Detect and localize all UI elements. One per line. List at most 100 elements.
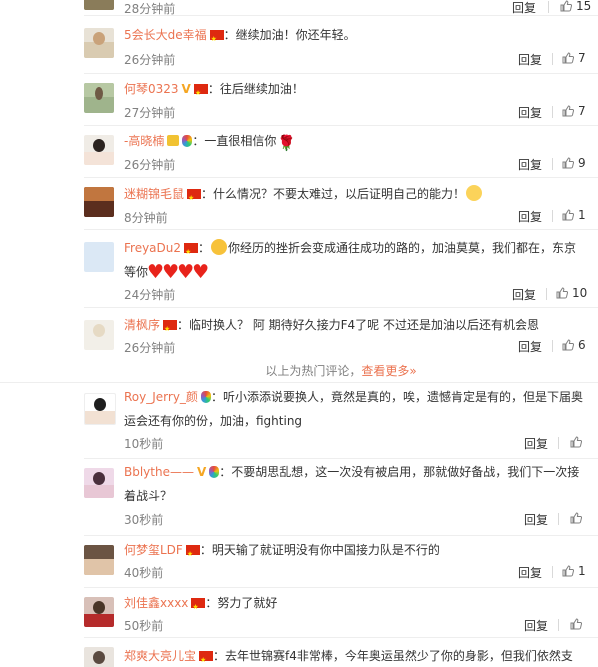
thumb-up-icon xyxy=(562,339,574,351)
avatar[interactable] xyxy=(84,0,114,10)
avatar[interactable] xyxy=(84,320,114,350)
like-count: 15 xyxy=(576,0,592,13)
comment-item: 清枫序 ：临时换人？ 阿 期待好久接力F4了呢 不过还是加油以后还有机会恩 26分… xyxy=(0,308,598,360)
comment-text: ：继续加油！你还年轻。 xyxy=(223,28,356,42)
comment-time: 8分钟前 xyxy=(124,211,168,225)
comment-text: ：往后继续加油！ xyxy=(207,82,304,96)
comment-text-cont: 等你 xyxy=(124,265,149,279)
china-flag-icon xyxy=(184,240,199,264)
like-button[interactable]: 7 xyxy=(562,104,586,118)
comment-text: 你经历的挫折会变成通往成功的路的，加油莫莫，我们都在，东京 xyxy=(228,241,577,255)
comment-item: Bblythe—— V ：不要胡思乱想，这一次没有被启用，那就做好备战，我们下一次接… xyxy=(0,458,598,536)
reply-button[interactable]: 回复 xyxy=(524,617,548,634)
hot-comments-footer: 以上为热门评论，查看更多» xyxy=(84,360,598,382)
china-flag-icon xyxy=(199,648,214,667)
comment-item: 何梦玺LDF ：明天输了就证明没有你中国接力队是不行的 40秒前 回复 1 xyxy=(0,536,598,588)
reply-button[interactable]: 回复 xyxy=(518,51,542,68)
like-button[interactable] xyxy=(570,511,586,525)
thumb-up-icon xyxy=(562,105,574,117)
avatar[interactable] xyxy=(84,242,114,272)
like-count: 7 xyxy=(578,104,586,118)
verified-v-icon: V xyxy=(181,82,191,96)
comment-time: 27分钟前 xyxy=(124,106,176,120)
reply-button[interactable]: 回复 xyxy=(518,338,542,355)
reply-button[interactable]: 回复 xyxy=(524,511,548,528)
avatar[interactable] xyxy=(84,597,114,627)
avatar[interactable] xyxy=(84,187,114,217)
reply-button[interactable]: 回复 xyxy=(518,156,542,173)
comment-text: ：听小添添说要换人，竟然是真的，唉，遗憾肯定是有的，但是下届奥 xyxy=(210,390,583,404)
like-button[interactable]: 1 xyxy=(562,208,586,222)
like-button[interactable]: 15 xyxy=(560,0,591,13)
reply-button[interactable]: 回复 xyxy=(512,286,536,303)
reply-button[interactable]: 回复 xyxy=(524,435,548,452)
comment-item: 5会长大de幸福 ：继续加油！你还年轻。 26分钟前 回复 7 xyxy=(0,16,598,74)
view-more-link[interactable]: 查看更多» xyxy=(361,364,416,378)
like-button[interactable]: 10 xyxy=(556,286,587,300)
comment-username[interactable]: 5会长大de幸福 xyxy=(124,28,207,42)
reply-button[interactable]: 回复 xyxy=(518,104,542,121)
like-count: 1 xyxy=(578,564,586,578)
thumb-up-icon xyxy=(570,436,582,448)
comment-time: 26分钟前 xyxy=(124,158,176,172)
comment-username[interactable]: Roy_Jerry_颜 xyxy=(124,390,198,404)
avatar[interactable] xyxy=(84,468,114,498)
comment-text: ：不要胡思乱想，这一次没有被启用，那就做好备战，我们下一次接 xyxy=(219,465,580,479)
like-button[interactable]: 7 xyxy=(562,51,586,65)
comment-username[interactable]: 何琴0323 xyxy=(124,82,179,96)
like-button[interactable] xyxy=(570,617,586,631)
action-divider xyxy=(552,106,553,118)
reply-button[interactable]: 回复 xyxy=(518,564,542,581)
comment-item: 28分钟前 回复 15 xyxy=(0,0,598,16)
comment-username[interactable]: FreyaDu2 xyxy=(124,241,181,255)
like-button[interactable] xyxy=(570,435,586,449)
reply-button[interactable]: 回复 xyxy=(518,208,542,225)
crown-badge-icon xyxy=(167,135,180,146)
like-count: 7 xyxy=(578,51,586,65)
rainbow-badge-icon xyxy=(182,135,193,147)
avatar[interactable] xyxy=(84,135,114,165)
rose-emoji-icon: 🌹 xyxy=(277,134,297,152)
comment-username[interactable]: 何梦玺LDF xyxy=(124,543,183,557)
comment-username[interactable]: 郑爽大亮儿宝 xyxy=(124,649,196,663)
action-divider xyxy=(552,210,553,222)
like-button[interactable]: 1 xyxy=(562,564,586,578)
thumb-up-icon xyxy=(562,565,574,577)
hot-comments-note: 以上为热门评论， xyxy=(265,364,362,378)
comment-username[interactable]: 刘佳鑫xxxx xyxy=(124,596,188,610)
comment-item: 迷糊锦毛鼠 ：什么情况？不要太难过，以后证明自己的能力！ 8分钟前 回复 1 xyxy=(0,178,598,230)
like-button[interactable]: 6 xyxy=(562,338,586,352)
comment-item: 郑爽大亮儿宝 ：去年世锦赛f4非常棒，今年奥运虽然少了你的身影，但我们依然支 xyxy=(0,638,598,667)
comment-username[interactable]: 清枫序 xyxy=(124,318,160,332)
action-divider xyxy=(552,566,553,578)
comment-text-cont: 着战斗？ xyxy=(124,489,173,503)
comment-item: 刘佳鑫xxxx ：努力了就好 50秒前 回复 xyxy=(0,588,598,638)
comment-text-cont: 运会还有你的份，加油，fighting xyxy=(124,414,303,428)
action-divider xyxy=(552,340,553,352)
comment-time: 30秒前 xyxy=(124,513,164,527)
action-divider xyxy=(558,437,559,449)
like-count: 9 xyxy=(578,156,586,170)
avatar[interactable] xyxy=(84,647,114,667)
comment-username[interactable]: Bblythe—— xyxy=(124,465,194,479)
avatar[interactable] xyxy=(84,28,114,58)
avatar[interactable] xyxy=(84,83,114,113)
comment-text: ：去年世锦赛f4非常棒，今年奥运虽然少了你的身影，但我们依然支 xyxy=(213,649,573,663)
like-button[interactable]: 9 xyxy=(562,156,586,170)
comment-text: ：努力了就好 xyxy=(205,596,278,610)
rainbow-badge-icon xyxy=(209,466,220,478)
thumb-up-icon xyxy=(570,512,582,524)
comment-item: Roy_Jerry_颜 ：听小添添说要换人，竟然是真的，唉，遗憾肯定是有的，但是下… xyxy=(0,382,598,459)
thumb-up-icon xyxy=(562,157,574,169)
comment-text: ：一直很相信你 xyxy=(192,134,277,148)
sun-face-emoji-icon xyxy=(211,239,228,255)
thumb-up-icon xyxy=(556,287,568,299)
reply-button[interactable]: 回复 xyxy=(512,0,536,16)
comment-username[interactable]: -高晓楠 xyxy=(124,134,164,148)
comment-time: 26分钟前 xyxy=(124,53,176,67)
thumb-up-icon xyxy=(570,618,582,630)
avatar[interactable] xyxy=(84,393,116,425)
comment-username[interactable]: 迷糊锦毛鼠 xyxy=(124,187,184,201)
like-count: 1 xyxy=(578,208,586,222)
avatar[interactable] xyxy=(84,545,114,575)
